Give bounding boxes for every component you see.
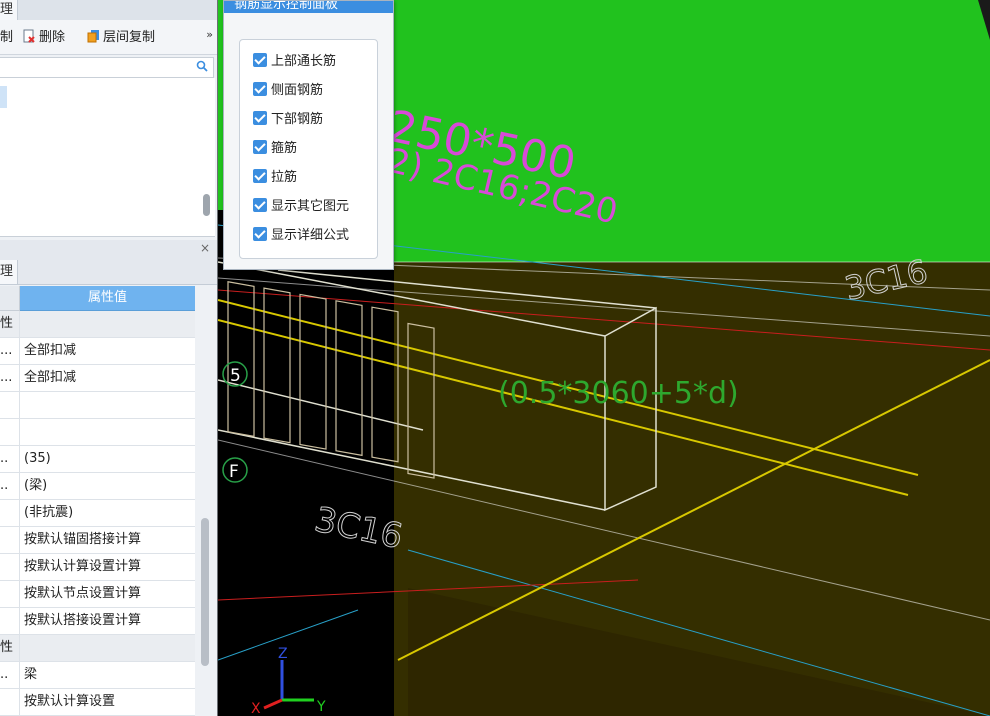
rebar-option-checkbox[interactable]: 拉筋 (253, 168, 297, 188)
property-value[interactable]: 按默认计算设置计算 (24, 554, 141, 580)
component-toolbar: 制 删除 层间复制 » (0, 20, 217, 55)
checkbox-checked-icon[interactable] (253, 169, 267, 183)
rebar-option-label: 侧面钢筋 (271, 83, 324, 98)
props-tab-strip: 理 (0, 256, 217, 285)
checkbox-checked-icon[interactable] (253, 53, 267, 67)
delete-label: 删除 (39, 30, 66, 45)
formula-text: (0.5*3060+5*d) (498, 376, 739, 411)
property-value[interactable]: 按默认计算设置 (24, 689, 115, 715)
property-row[interactable]: 按默认搭接设置计算 (0, 608, 195, 635)
property-row[interactable]: (非抗震) (0, 500, 195, 527)
axis-x-label: X (251, 701, 261, 716)
property-row[interactable]: 按默认节点设置计算 (0, 581, 195, 608)
component-search-input[interactable] (0, 57, 214, 78)
property-name: .. (0, 446, 20, 472)
property-name (0, 527, 20, 553)
panel-splitter[interactable]: × (0, 240, 217, 256)
rebar-option-label: 箍筋 (271, 141, 298, 156)
property-row[interactable]: 按默认锚固搭接计算 (0, 527, 195, 554)
rebar-option-label: 上部通长筋 (271, 54, 337, 69)
rebar-option-checkbox[interactable]: 侧面钢筋 (253, 81, 323, 101)
property-name (0, 581, 20, 607)
property-value-header: 属性值 (20, 286, 195, 311)
property-value[interactable]: (35) (24, 446, 51, 472)
property-row[interactable]: .. (梁) (0, 473, 195, 500)
property-name (0, 554, 20, 580)
property-row[interactable] (0, 419, 195, 446)
property-name: 性 (0, 635, 20, 661)
rebar-option-label: 显示其它图元 (271, 199, 350, 214)
checkbox-checked-icon[interactable] (253, 82, 267, 96)
properties-header: 属性值 (0, 286, 195, 311)
property-row[interactable]: .. (35) (0, 446, 195, 473)
component-tree[interactable] (0, 78, 215, 237)
checkbox-checked-icon[interactable] (253, 227, 267, 241)
axis-y-label: Y (316, 699, 326, 715)
axis-5-label: 5 (230, 366, 241, 386)
floor-copy-button[interactable]: 层间复制 (87, 28, 155, 48)
delete-button[interactable]: 删除 (23, 28, 65, 48)
property-value[interactable]: 全部扣减 (24, 365, 76, 391)
checkbox-checked-icon[interactable] (253, 140, 267, 154)
property-value[interactable]: (非抗震) (24, 500, 73, 526)
property-name-header (0, 286, 20, 311)
rebar-option-checkbox[interactable]: 上部通长筋 (253, 52, 336, 72)
tree-scrollbar[interactable] (203, 194, 210, 216)
rebar-option-label: 下部钢筋 (271, 112, 324, 127)
property-row[interactable]: .. 梁 (0, 662, 195, 689)
rebar-option-checkbox[interactable]: 显示其它图元 (253, 197, 349, 217)
axis-f-label: F (229, 462, 239, 482)
rebar-display-panel: 钢筋显示控制面板 上部通长筋侧面钢筋下部钢筋箍筋拉筋显示其它图元 显示详细公式 (223, 0, 394, 270)
floor-copy-icon (87, 29, 100, 43)
property-name (0, 689, 20, 715)
rebar-options-list: 上部通长筋侧面钢筋下部钢筋箍筋拉筋显示其它图元 显示详细公式 (239, 39, 378, 259)
checkbox-checked-icon[interactable] (253, 111, 267, 125)
property-row[interactable]: ... 全部扣减 (0, 338, 195, 365)
axis-z-label: Z (278, 646, 288, 662)
rebar-option-label: 显示详细公式 (271, 228, 350, 243)
property-value[interactable]: 按默认搭接设置计算 (24, 608, 141, 634)
rebar-option-checkbox[interactable]: 显示详细公式 (253, 226, 349, 246)
property-value[interactable]: 按默认锚固搭接计算 (24, 527, 141, 553)
rebar-panel-title: 钢筋显示控制面板 (234, 1, 339, 12)
property-name: .. (0, 662, 20, 688)
rebar-panel-title-bar[interactable]: 钢筋显示控制面板 (224, 1, 393, 13)
tab-props-manage[interactable]: 理 (0, 260, 19, 284)
property-value[interactable]: 全部扣减 (24, 338, 76, 364)
property-name: 性 (0, 311, 20, 337)
property-group-row[interactable]: 性 (0, 311, 195, 338)
floor-copy-label: 层间复制 (103, 30, 156, 45)
properties-table: 性... 全部扣减... 全部扣减.. (35).. (梁) (非抗震) 按默认锚固搭接计算… (0, 311, 195, 716)
property-name (0, 419, 20, 445)
close-icon[interactable]: × (200, 240, 210, 256)
rebar-option-checkbox[interactable]: 箍筋 (253, 139, 297, 159)
property-name (0, 500, 20, 526)
property-value[interactable]: (梁) (24, 473, 47, 499)
properties-scrollbar[interactable] (201, 518, 209, 666)
top-tab-strip: 理 (0, 0, 217, 21)
property-row[interactable]: 按默认计算设置计算 (0, 554, 195, 581)
toolbar-more-icon[interactable]: » (206, 28, 213, 41)
property-name: ... (0, 365, 20, 391)
property-row[interactable]: 按默认计算设置 (0, 689, 195, 716)
property-name (0, 608, 20, 634)
property-name: ... (0, 338, 20, 364)
rebar-option-checkbox[interactable]: 下部钢筋 (253, 110, 323, 130)
property-row[interactable] (0, 392, 195, 419)
property-value[interactable]: 梁 (24, 662, 37, 688)
property-name: .. (0, 473, 20, 499)
rebar-option-label: 拉筋 (271, 170, 298, 185)
checkbox-checked-icon[interactable] (253, 198, 267, 212)
property-group-row[interactable]: 性 (0, 635, 195, 662)
property-value[interactable]: 按默认节点设置计算 (24, 581, 141, 607)
partial-copy-button-label[interactable]: 制 (0, 28, 13, 48)
search-icon[interactable] (196, 60, 208, 76)
tab-manage[interactable]: 理 (0, 0, 19, 20)
property-row[interactable]: ... 全部扣减 (0, 365, 195, 392)
component-panel: 理 制 删除 层间复制 » × 理 属性值 性...全部扣减...全部扣减. (0, 0, 218, 716)
property-name (0, 392, 20, 418)
delete-icon (23, 29, 36, 43)
tree-selected-item[interactable] (0, 86, 7, 108)
